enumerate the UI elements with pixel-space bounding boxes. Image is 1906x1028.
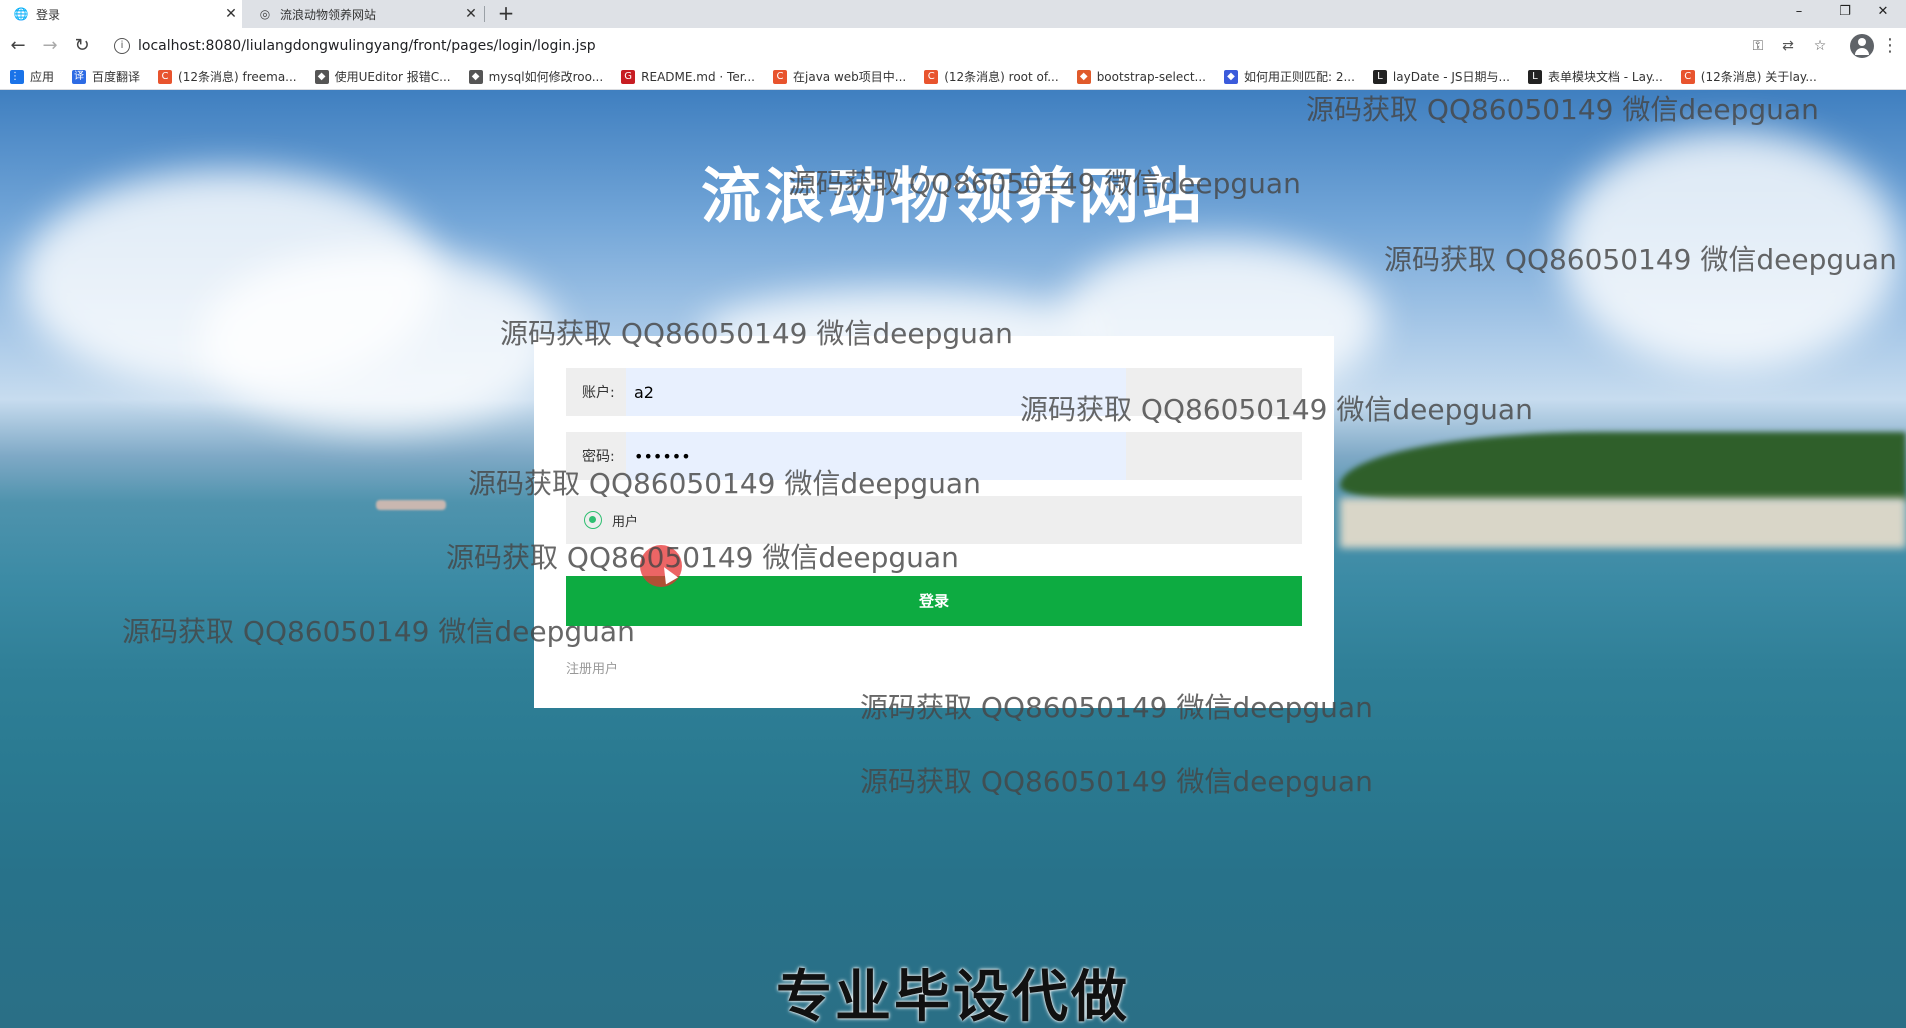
bookmark-label: 如何用正则匹配: 2...: [1243, 70, 1355, 84]
login-button[interactable]: 登录: [566, 576, 1302, 626]
background-beach: [1340, 498, 1906, 548]
bookmark-item[interactable]: C (12条消息) root of...: [924, 68, 1059, 85]
watermark: 源码获取 QQ86050149 微信deepguan: [860, 765, 1373, 798]
bookmark-label: (12条消息) root of...: [944, 70, 1059, 84]
bookmark-label: 百度翻译: [92, 70, 141, 84]
csdn-icon: C: [773, 69, 787, 84]
bookmark-label: mysql如何修改roo...: [488, 70, 604, 84]
close-tab-icon[interactable]: ✕: [220, 6, 242, 22]
layui-icon: L: [1527, 69, 1542, 84]
profile-icon[interactable]: [1850, 34, 1874, 58]
csdn-icon: C: [924, 69, 939, 84]
bookmark-item[interactable]: L 表单模块文档 - Lay...: [1527, 68, 1663, 85]
bookmark-item[interactable]: ◆ 如何用正则匹配: 2...: [1223, 68, 1355, 85]
bookmark-item[interactable]: C (12条消息) 关于lay...: [1680, 68, 1817, 85]
gitee-icon: G: [621, 69, 636, 84]
bookmark-label: (12条消息) 关于lay...: [1700, 70, 1817, 84]
bookmark-item[interactable]: ◆ mysql如何修改roo...: [468, 68, 604, 85]
tab-label: 流浪动物领养网站: [280, 7, 377, 22]
promo-caption: 专业毕设代做: [776, 965, 1130, 1028]
watermark: 源码获取 QQ86050149 微信deepguan: [788, 167, 1301, 200]
watermark: 源码获取 QQ86050149 微信deepguan: [122, 615, 635, 648]
csdn-icon: C: [158, 69, 173, 84]
bookmark-item[interactable]: 译百度翻译: [72, 68, 140, 85]
star-icon[interactable]: ☆: [1810, 36, 1830, 56]
layui-icon: L: [1372, 69, 1387, 84]
tab-separator: [484, 6, 485, 22]
background-boat: [376, 500, 446, 510]
close-tab-icon[interactable]: ✕: [460, 6, 482, 22]
account-label: 账户:: [582, 385, 615, 401]
bookmark-item[interactable]: LlayDate - JS日期与...: [1372, 68, 1510, 85]
bookmark-item[interactable]: C (12条消息) freema...: [158, 68, 297, 85]
tab-site[interactable]: ◎ 流浪动物领养网站 ✕: [244, 0, 482, 28]
login-page: 流浪动物领养网站 账户: 密码: 用户 登录 注册用户 源码获取 QQ86050…: [0, 90, 1906, 1028]
url-text[interactable]: localhost:8080/liulangdongwulingyang/fro…: [138, 38, 596, 54]
bookmark-icon: ◆: [468, 69, 483, 84]
browser-toolbar: ← → ↻ i localhost:8080/liulangdongwuling…: [0, 28, 1906, 64]
close-window-button[interactable]: ✕: [1860, 0, 1906, 28]
tab-login[interactable]: 🌐 登录 ✕: [0, 0, 242, 28]
info-icon[interactable]: i: [114, 38, 130, 54]
globe-icon: 🌐: [13, 7, 29, 21]
reload-icon[interactable]: ↻: [70, 34, 94, 58]
bookmarks-bar: ⋮⋮ 应用 译百度翻译 C (12条消息) freema... ◆ 使用UEditor 报错…: [0, 64, 1906, 90]
bookmark-label: 应用: [30, 70, 55, 84]
bookmark-item[interactable]: ⋮⋮ 应用: [10, 68, 54, 85]
bookmark-label: 使用UEditor 报错C...: [334, 70, 451, 84]
csdn-icon: C: [1680, 69, 1695, 84]
apps-icon: ⋮⋮: [10, 69, 30, 84]
register-link[interactable]: 注册用户: [566, 658, 618, 677]
bookmark-label: bootstrap-select...: [1096, 69, 1206, 84]
bookmark-icon: ◆: [1076, 69, 1091, 84]
bookmark-icon: ◆: [314, 69, 329, 84]
bookmark-item[interactable]: ◆ bootstrap-select...: [1076, 69, 1206, 84]
key-icon[interactable]: ⚿: [1748, 36, 1768, 56]
role-radio[interactable]: [584, 511, 602, 529]
bookmark-icon: ◆: [1223, 69, 1238, 84]
watermark: 源码获取 QQ86050149 微信deepguan: [1306, 93, 1819, 126]
bookmark-label: layDate - JS日期与...: [1392, 70, 1510, 84]
new-tab-button[interactable]: +: [492, 0, 520, 28]
background-island: [1340, 432, 1906, 502]
role-radio-label[interactable]: 用户: [612, 511, 638, 530]
bookmark-item[interactable]: G README.md · Ter...: [621, 69, 755, 84]
globe-icon: ◎: [259, 7, 271, 21]
bookmark-label: 在java web项目中...: [793, 70, 907, 84]
minimize-button[interactable]: –: [1776, 0, 1822, 28]
bookmark-label: (12条消息) freema...: [178, 70, 297, 84]
watermark: 源码获取 QQ86050149 微信deepguan: [1020, 393, 1533, 426]
translate-icon[interactable]: ⇄: [1778, 36, 1798, 56]
tab-strip: 🌐 登录 ✕ ◎ 流浪动物领养网站 ✕ + – ❐ ✕: [0, 0, 1906, 28]
watermark: 源码获取 QQ86050149 微信deepguan: [468, 467, 981, 500]
watermark: 源码获取 QQ86050149 微信deepguan: [500, 317, 1013, 350]
watermark: 源码获取 QQ86050149 微信deepguan: [860, 691, 1373, 724]
bookmark-label: README.md · Ter...: [641, 69, 755, 84]
forward-icon[interactable]: →: [38, 34, 62, 58]
watermark: 源码获取 QQ86050149 微信deepguan: [1384, 243, 1897, 276]
back-icon[interactable]: ←: [6, 34, 30, 58]
watermark: 源码获取 QQ86050149 微信deepguan: [446, 541, 959, 574]
baidu-translate-icon: 译: [72, 69, 87, 84]
bookmark-label: 表单模块文档 - Lay...: [1547, 70, 1663, 84]
bookmark-item[interactable]: C 在java web项目中...: [773, 68, 906, 85]
menu-icon[interactable]: ⋮: [1880, 36, 1900, 56]
address-bar[interactable]: i localhost:8080/liulangdongwulingyang/f…: [106, 32, 1746, 60]
tab-label: 登录: [36, 7, 61, 22]
bookmark-item[interactable]: ◆ 使用UEditor 报错C...: [314, 68, 451, 85]
